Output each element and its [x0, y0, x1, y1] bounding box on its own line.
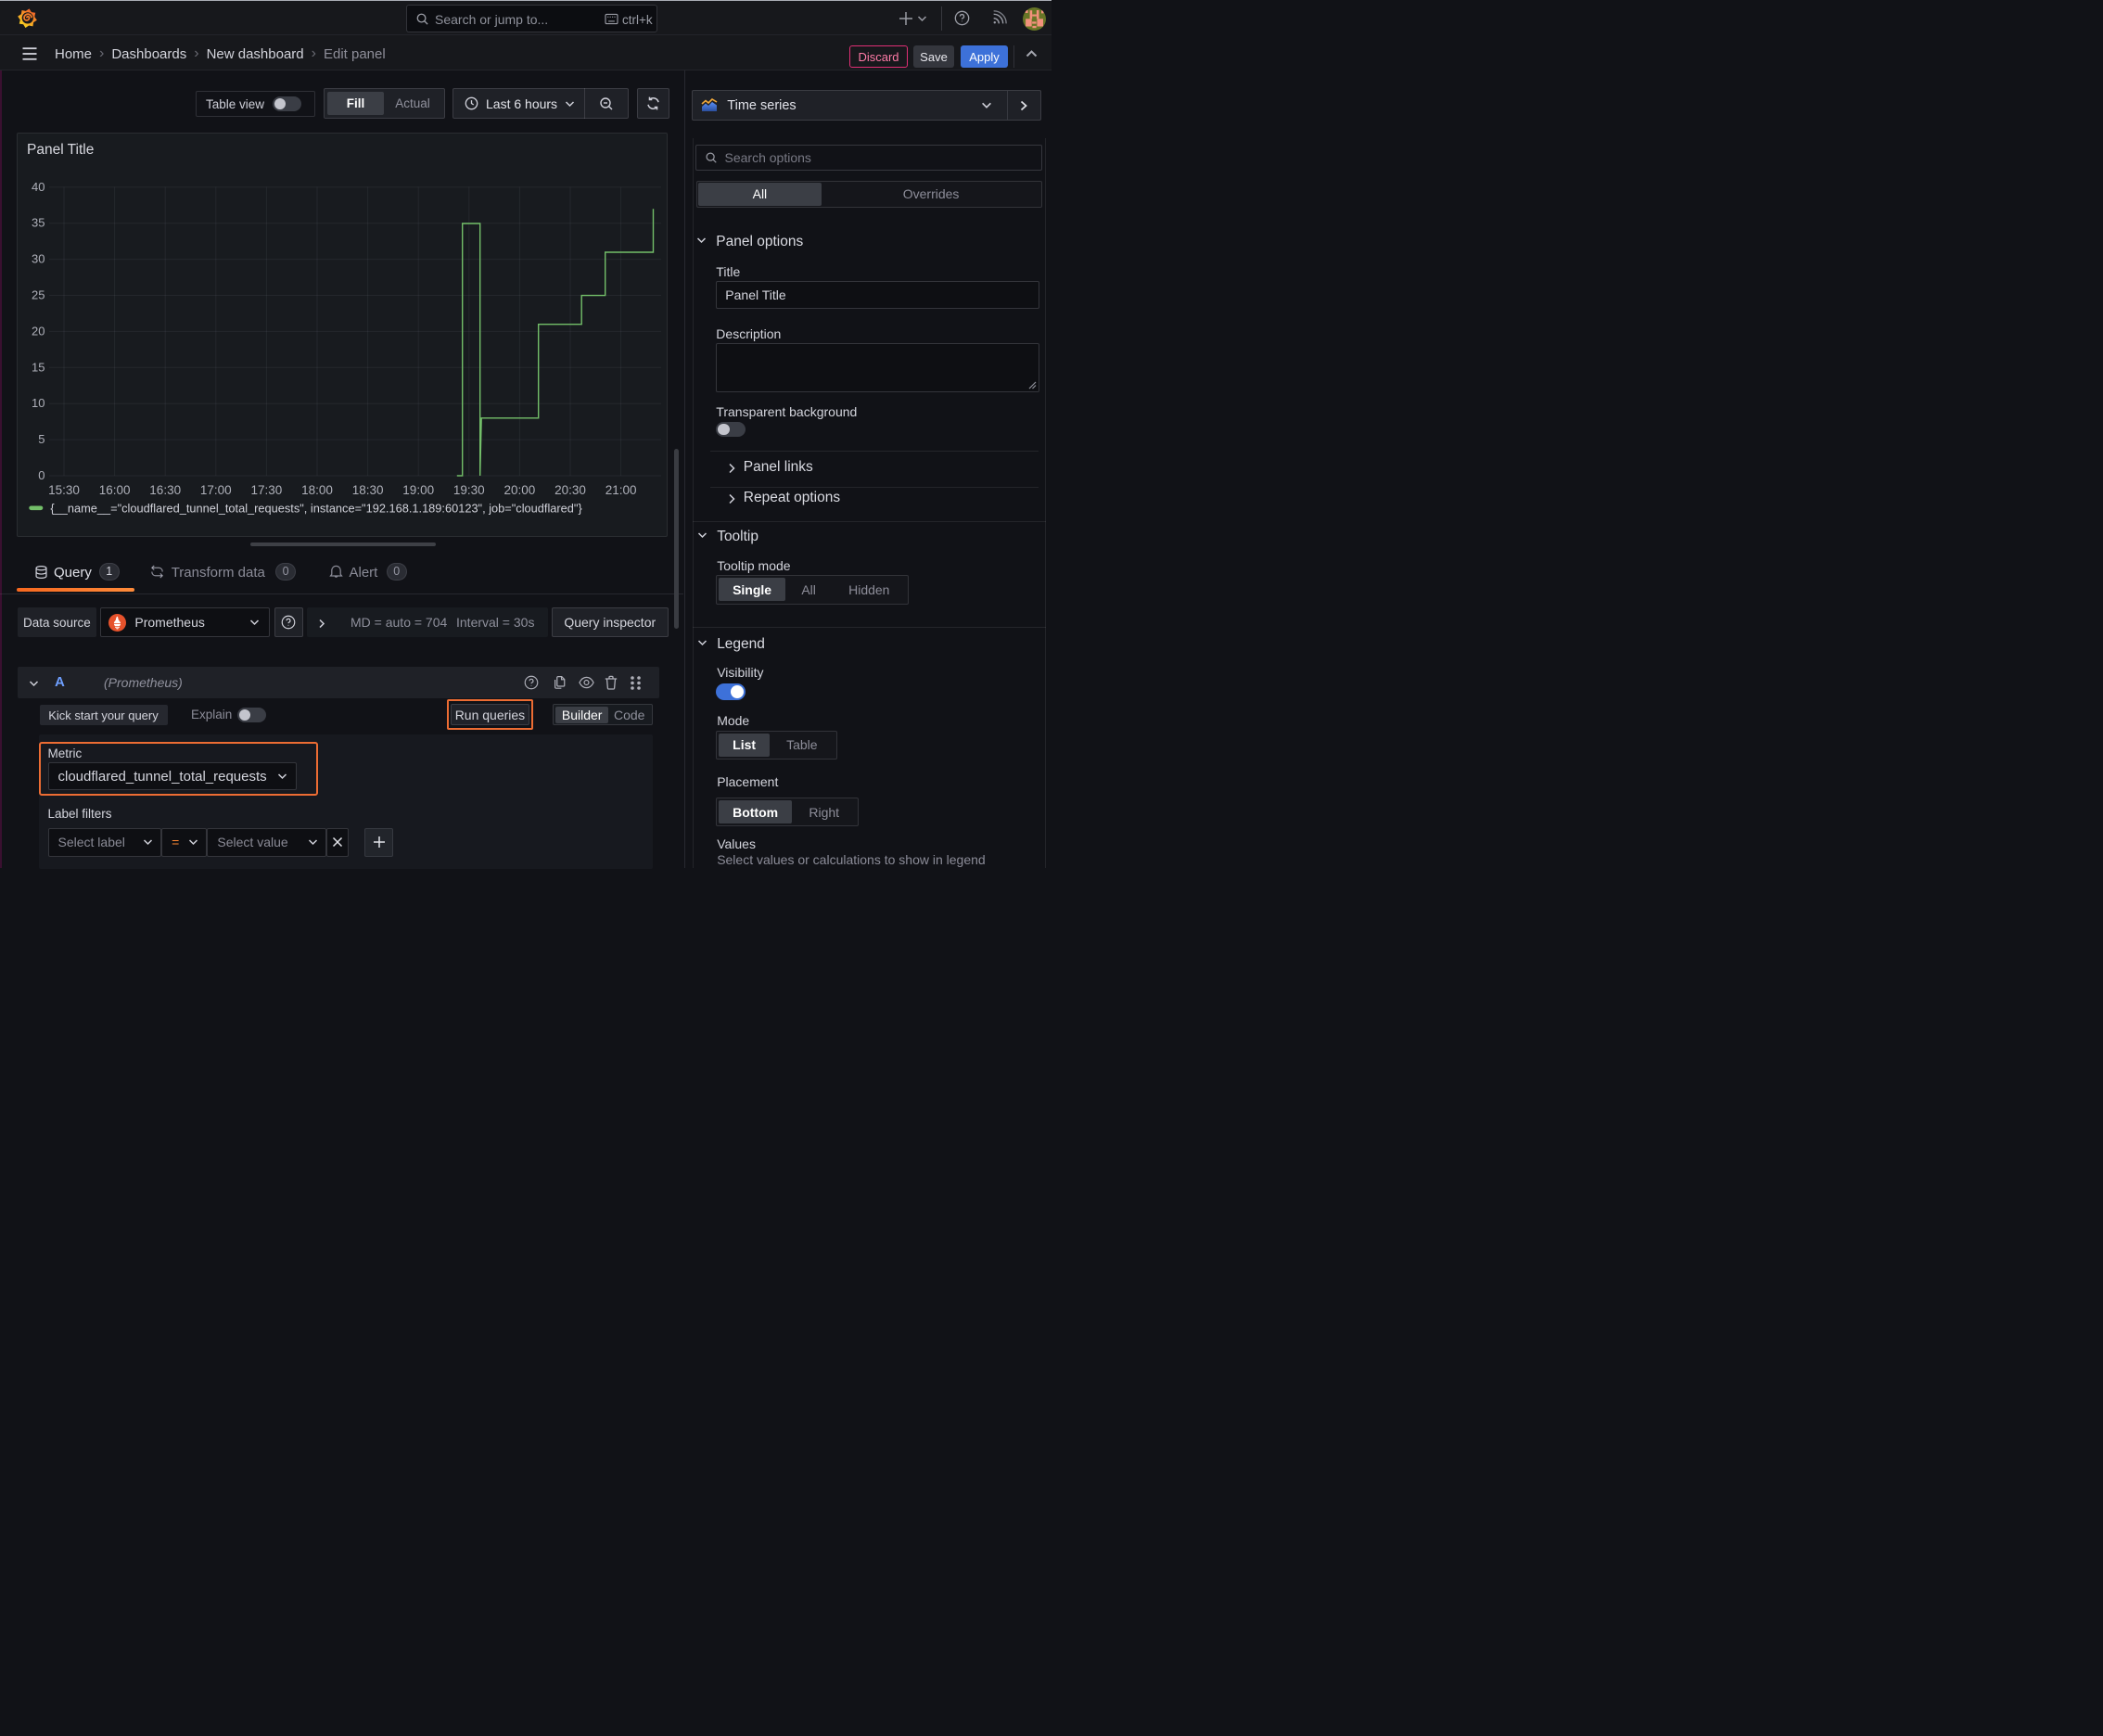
svg-text:15: 15 [32, 360, 45, 374]
svg-text:16:00: 16:00 [99, 483, 131, 497]
svg-text:16:30: 16:30 [149, 483, 181, 497]
svg-text:17:00: 17:00 [200, 483, 232, 497]
svg-text:20: 20 [32, 324, 45, 338]
svg-text:18:00: 18:00 [301, 483, 333, 497]
svg-text:20:30: 20:30 [554, 483, 586, 497]
svg-text:40: 40 [32, 180, 45, 194]
svg-text:17:30: 17:30 [251, 483, 283, 497]
svg-text:15:30: 15:30 [48, 483, 80, 497]
svg-text:25: 25 [32, 288, 45, 302]
svg-text:5: 5 [38, 432, 45, 446]
svg-text:35: 35 [32, 216, 45, 230]
svg-text:30: 30 [32, 252, 45, 266]
svg-text:0: 0 [38, 468, 45, 482]
svg-text:19:30: 19:30 [453, 483, 485, 497]
svg-text:10: 10 [32, 396, 45, 410]
svg-text:18:30: 18:30 [352, 483, 384, 497]
svg-text:20:00: 20:00 [504, 483, 536, 497]
svg-text:19:00: 19:00 [402, 483, 434, 497]
svg-text:{__name__="cloudflared_tunnel_: {__name__="cloudflared_tunnel_total_requ… [50, 502, 582, 516]
svg-text:21:00: 21:00 [605, 483, 637, 497]
